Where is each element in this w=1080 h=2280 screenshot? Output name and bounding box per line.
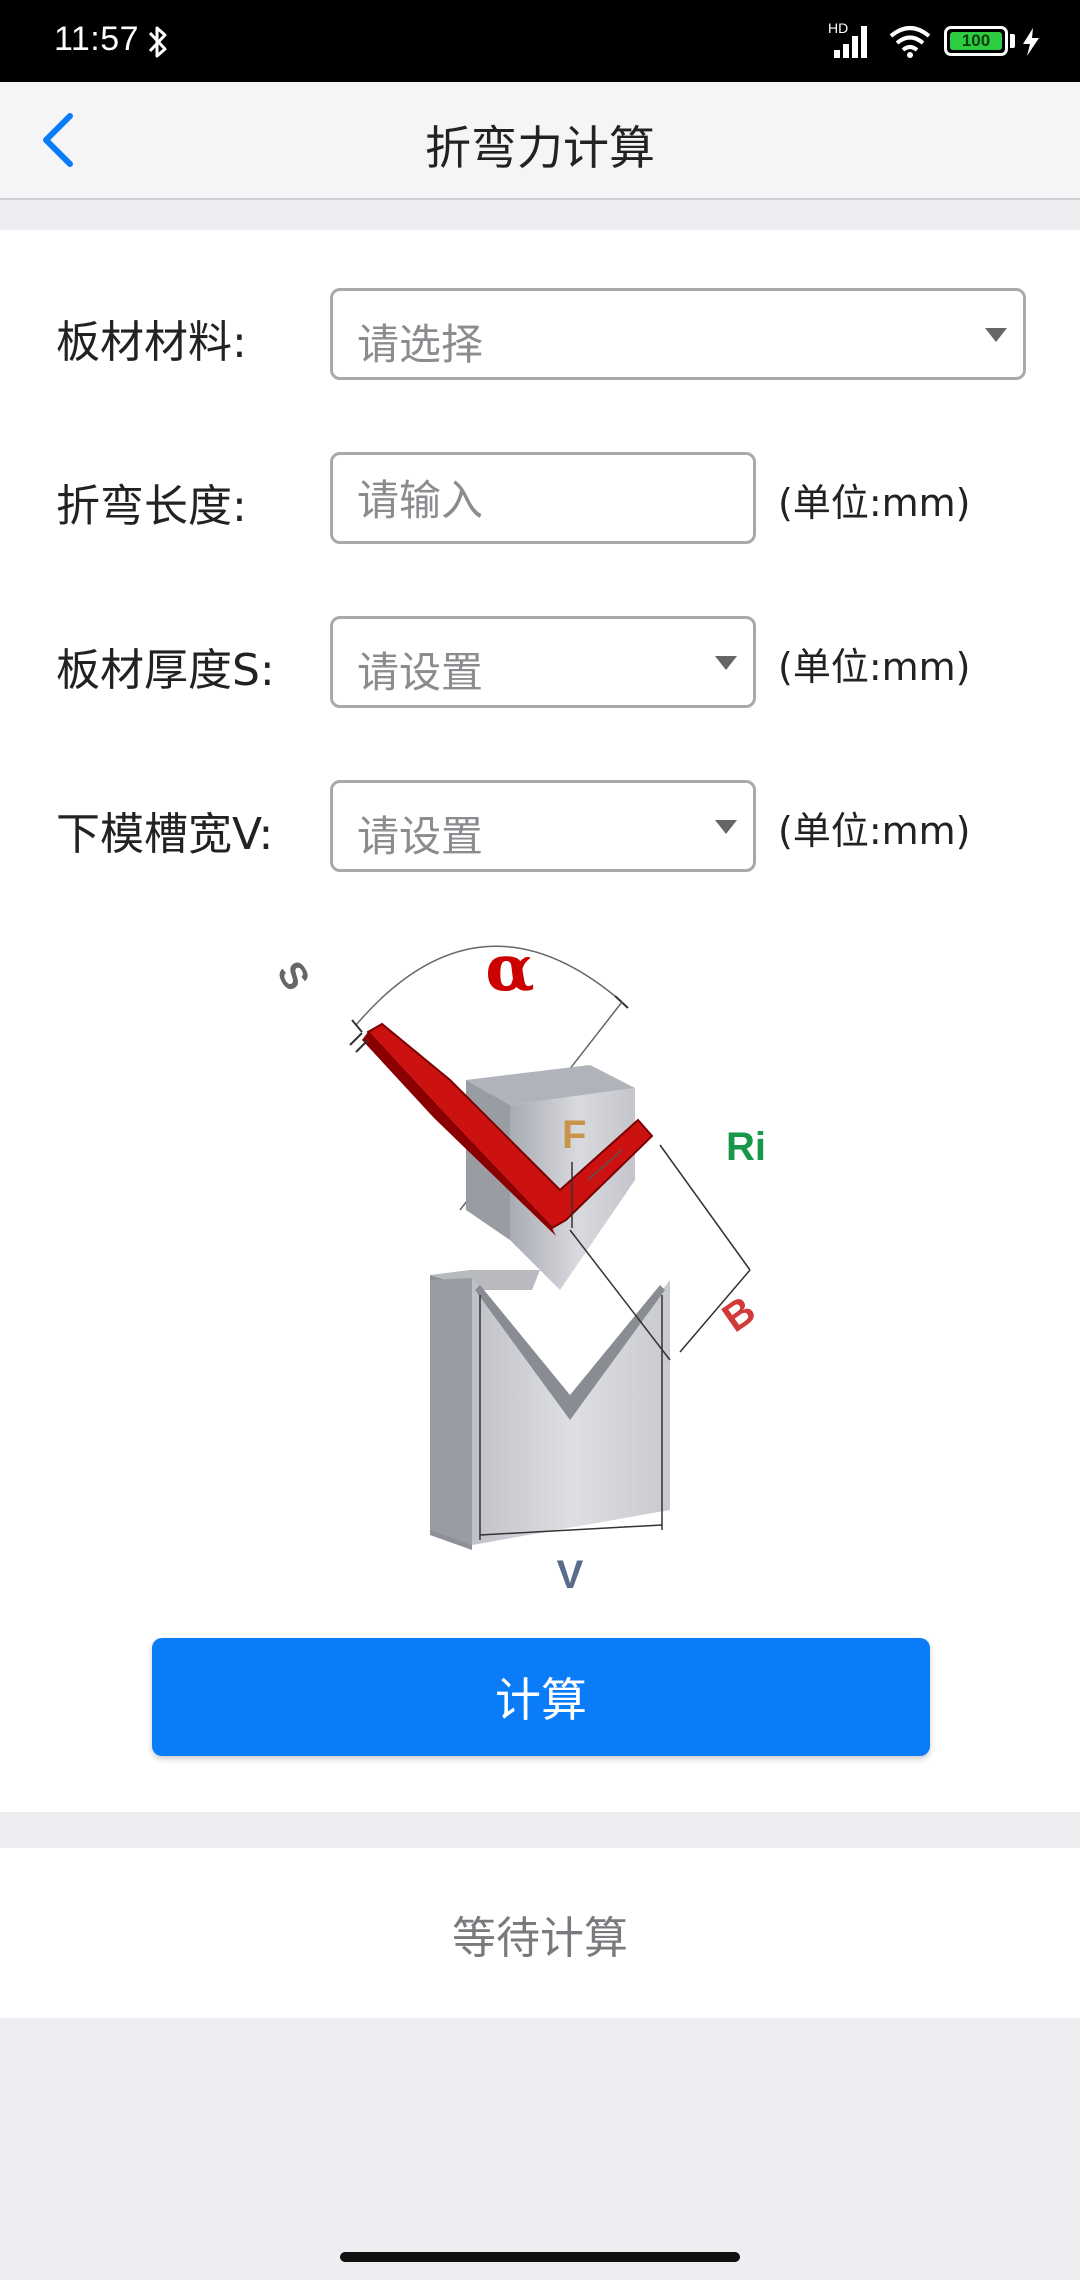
f-label: F	[562, 1113, 586, 1157]
length-input[interactable]	[355, 467, 719, 533]
material-select-placeholder: 请选择	[357, 320, 484, 369]
form-row-die-width: 下模槽宽V: 请设置 (单位:mm)	[0, 780, 1080, 872]
bluetooth-icon	[148, 26, 167, 58]
status-bar: 11:57 HD 100	[0, 0, 1080, 82]
status-time: 11:57	[54, 20, 140, 58]
form-row-thickness: 板材厚度S: 请设置 (单位:mm)	[0, 616, 1080, 708]
dropdown-arrow-icon	[715, 656, 737, 670]
form-row-length: 折弯长度: (单位:mm)	[0, 452, 1080, 544]
form-card: 板材材料: 请选择 折弯长度: (单位:mm) 板材厚度S: 请设置 (单位:m…	[0, 230, 1080, 1812]
dropdown-arrow-icon	[985, 328, 1007, 342]
die-width-select-placeholder: 请设置	[357, 812, 484, 861]
navigation-bar: 折弯力计算	[0, 82, 1080, 200]
battery-icon: 100	[944, 26, 1008, 56]
length-unit-label: (单位:mm)	[778, 481, 971, 525]
alpha-label: α	[485, 940, 534, 1006]
page-title: 折弯力计算	[425, 121, 655, 175]
result-card: 等待计算	[0, 1848, 1080, 2018]
battery-level: 100	[950, 32, 1002, 50]
thickness-label: 板材厚度S:	[56, 645, 275, 696]
v-label: V	[557, 1553, 584, 1597]
b-label: B	[715, 1288, 764, 1341]
length-field[interactable]	[330, 452, 756, 544]
die-width-label: 下模槽宽V:	[56, 809, 274, 860]
wifi-icon	[889, 26, 931, 58]
result-status: 等待计算	[452, 1913, 628, 1964]
ri-label: Ri	[726, 1125, 766, 1169]
thickness-tick	[349, 1032, 363, 1046]
dropdown-arrow-icon	[715, 820, 737, 834]
die-left-block	[430, 1278, 472, 1545]
thickness-select-placeholder: 请设置	[357, 648, 484, 697]
die-width-select[interactable]: 请设置	[330, 780, 756, 872]
s-label: S	[270, 955, 317, 998]
form-row-material: 板材材料: 请选择	[0, 288, 1080, 380]
material-label: 板材材料:	[56, 317, 247, 368]
home-indicator[interactable]	[340, 2252, 740, 2262]
material-select[interactable]: 请选择	[330, 288, 1026, 380]
signal-icon	[834, 26, 867, 58]
thickness-select[interactable]: 请设置	[330, 616, 756, 708]
arc-tick-left	[351, 1019, 363, 1033]
calculate-button[interactable]: 计算	[152, 1638, 930, 1756]
die-width-unit-label: (单位:mm)	[778, 809, 971, 853]
battery-cap	[1010, 34, 1015, 48]
length-label: 折弯长度:	[56, 481, 247, 532]
thickness-unit-label: (单位:mm)	[778, 645, 971, 689]
thickness-tick	[355, 1039, 369, 1053]
charging-icon	[1023, 28, 1039, 56]
